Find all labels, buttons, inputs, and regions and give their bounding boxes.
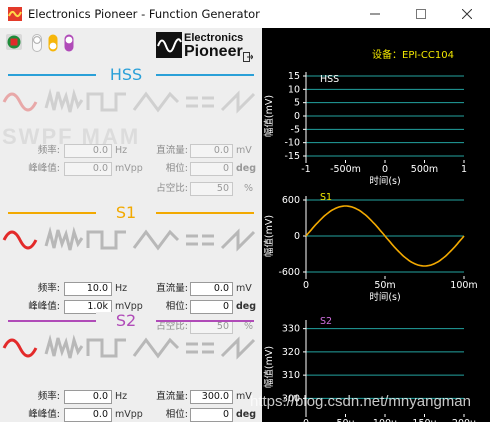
channel-section-s2: S2频率:0.0Hz直流量:300.0mV峰峰值:0.0mVpp相位:0deg占… xyxy=(0,28,262,422)
y-tick-label: 330 xyxy=(282,324,300,335)
x-tick-label: 0 xyxy=(303,280,309,291)
y-tick-label: 320 xyxy=(282,347,300,358)
y-axis-label: 幅值(mV) xyxy=(263,95,275,137)
x-tick-label: 50m xyxy=(374,280,395,291)
waveform-square-icon[interactable] xyxy=(86,338,126,358)
control-panel: Electronics Pioneer HSS 频率: 0.0 Hz 直流量: 0.0 mV… xyxy=(0,28,262,422)
trace-label: S2 xyxy=(320,316,332,327)
waveform-noise-icon[interactable] xyxy=(44,334,84,359)
maximize-icon xyxy=(416,9,426,19)
amplitude-label: 峰峰值: xyxy=(28,409,60,420)
x-tick-label: -1 xyxy=(301,164,310,175)
watermark-text: https://blog.csdn.net/mnyangman xyxy=(250,393,471,410)
amplitude-unit: mVpp xyxy=(115,409,143,420)
dc-offset-label: 直流量: xyxy=(156,391,188,402)
y-axis-label: 幅值(mV) xyxy=(263,215,275,257)
dc-offset-input[interactable]: 300.0 xyxy=(190,390,233,404)
scope-panel: 设备：EPI-CC104 15 10 5 0 -5 -10 -15 -1 -500m 0 500m 1… xyxy=(262,28,490,422)
x-tick-label: 200u xyxy=(452,418,476,422)
title-bar: Electronics Pioneer - Function Generator xyxy=(0,0,490,28)
maximize-button[interactable] xyxy=(398,0,444,28)
y-tick-label: 310 xyxy=(282,370,300,381)
close-button[interactable] xyxy=(444,0,490,28)
x-tick-label: 0 xyxy=(303,418,309,422)
x-tick-label: 100u xyxy=(373,418,397,422)
trace-label: HSS xyxy=(320,74,339,85)
phase-input[interactable]: 0 xyxy=(190,408,233,422)
waveform-dc-icon[interactable] xyxy=(186,342,214,354)
x-tick-label: 1 xyxy=(461,164,467,175)
y-tick-label: 15 xyxy=(288,71,300,82)
x-tick-label: -500m xyxy=(330,164,361,175)
scope-plots: 15 10 5 0 -5 -10 -15-1 -500m 0 500m 1 幅值(mV) 时间(s) HS… xyxy=(263,71,478,422)
phase-label: 相位: xyxy=(165,409,188,420)
section-divider xyxy=(152,320,254,322)
minimize-icon xyxy=(370,13,380,15)
app-logo-icon xyxy=(8,7,22,21)
x-tick-label: 100m xyxy=(450,280,477,291)
y-tick-label: 5 xyxy=(294,98,300,109)
y-tick-label: -5 xyxy=(291,124,300,135)
y-axis-label: 幅值(mV) xyxy=(263,346,275,388)
y-tick-label: 600 xyxy=(282,195,300,206)
close-icon xyxy=(462,9,472,19)
x-tick-label: 0 xyxy=(382,164,388,175)
x-axis-label: 时间(s) xyxy=(369,175,400,187)
app-window: Electronics Pioneer - Function Generator xyxy=(0,0,490,422)
waveform-sawtooth-icon[interactable] xyxy=(220,336,256,360)
x-tick-label: 150u xyxy=(412,418,436,422)
waveform-triangle-icon[interactable] xyxy=(132,337,180,359)
x-tick-label: 500m xyxy=(411,164,438,175)
amplitude-input[interactable]: 0.0 xyxy=(64,408,112,422)
y-tick-label: -15 xyxy=(284,151,300,162)
x-tick-label: 50u xyxy=(336,418,354,422)
section-divider xyxy=(8,320,100,322)
frequency-label: 频率: xyxy=(37,391,60,402)
frequency-input[interactable]: 0.0 xyxy=(64,390,112,404)
channel-title: S2 xyxy=(96,312,156,330)
y-tick-label: 0 xyxy=(294,231,300,242)
frequency-unit: Hz xyxy=(115,391,128,402)
waveform-selector xyxy=(2,334,256,360)
phase-unit: deg xyxy=(236,409,257,420)
minimize-button[interactable] xyxy=(352,0,398,28)
x-axis-label: 时间(s) xyxy=(369,291,400,303)
y-tick-label: 10 xyxy=(288,84,300,95)
y-tick-label: 0 xyxy=(294,111,300,122)
window-title: Electronics Pioneer - Function Generator xyxy=(28,7,260,21)
trace-label: S1 xyxy=(320,192,332,203)
waveform-sine-icon[interactable] xyxy=(2,338,38,358)
y-tick-label: -10 xyxy=(284,138,300,149)
y-tick-label: -600 xyxy=(278,267,300,278)
